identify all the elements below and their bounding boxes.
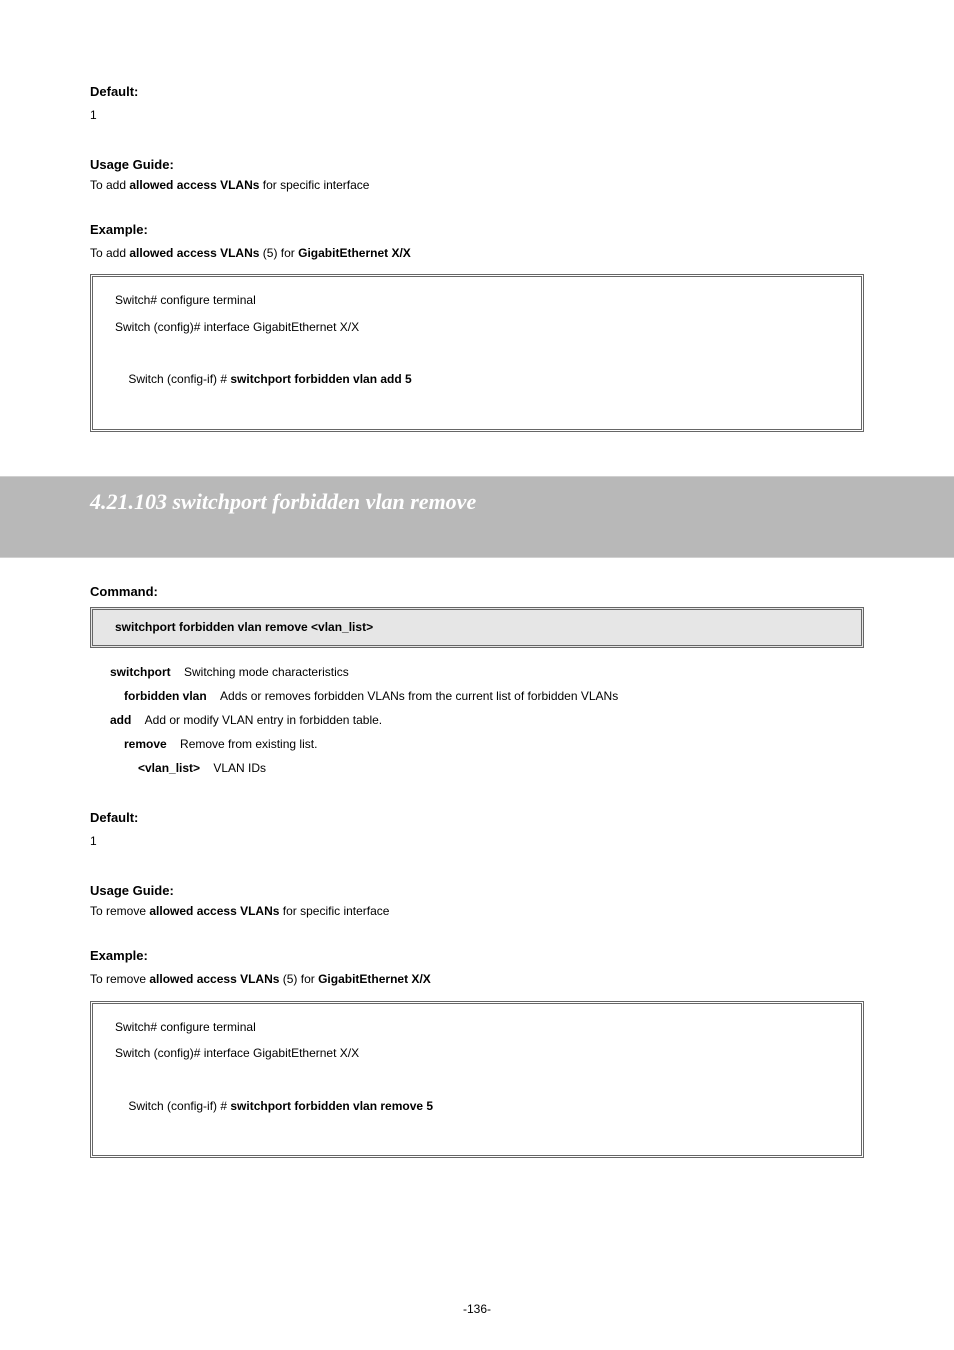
- code-line: Switch (config-if) # switchport forbidde…: [115, 1066, 839, 1145]
- section-title-bar: 4.21.103 switchport forbidden vlan remov…: [0, 476, 954, 558]
- syntax-box: switchport forbidden vlan remove <vlan_l…: [90, 607, 864, 648]
- usage-prefix: To remove: [90, 904, 149, 918]
- usage-guide-text: To remove allowed access VLANs for speci…: [90, 904, 864, 918]
- param-desc: Switching mode characteristics: [184, 665, 349, 679]
- example-bold: allowed access VLANs: [149, 972, 279, 986]
- code-command: switchport forbidden vlan remove 5: [230, 1099, 433, 1113]
- usage-suffix: for specific interface: [279, 904, 389, 918]
- example-bold: allowed access VLANs: [129, 246, 259, 260]
- command-heading: Command:: [90, 584, 864, 599]
- default-value: 1: [90, 105, 864, 127]
- example-heading: Example:: [90, 222, 864, 237]
- default-heading: Default:: [90, 84, 864, 99]
- code-line: Switch (config)# interface GigabitEthern…: [115, 1040, 839, 1066]
- param-row: <vlan_list> VLAN IDs: [110, 756, 864, 780]
- example-text: To remove allowed access VLANs (5) for G…: [90, 969, 864, 991]
- param-row: forbidden vlan Adds or removes forbidden…: [110, 684, 864, 708]
- example-bold2: GigabitEthernet X/X: [298, 246, 411, 260]
- code-line: Switch (config)# interface GigabitEthern…: [115, 314, 839, 340]
- param-row: remove Remove from existing list.: [110, 732, 864, 756]
- example-text: To add allowed access VLANs (5) for Giga…: [90, 243, 864, 265]
- default-heading: Default:: [90, 810, 864, 825]
- code-prefix: Switch (config-if) #: [128, 372, 230, 386]
- syntax-text: switchport forbidden vlan remove <vlan_l…: [115, 620, 373, 634]
- param-desc: Add or modify VLAN entry in forbidden ta…: [145, 713, 382, 727]
- param-row: switchport Switching mode characteristic…: [110, 660, 864, 684]
- usage-heading: Usage Guide:: [90, 883, 864, 898]
- example-bold2: GigabitEthernet X/X: [318, 972, 431, 986]
- example-prefix: To add: [90, 246, 129, 260]
- code-block-1: Switch# configure terminal Switch (confi…: [90, 274, 864, 432]
- parameter-list: switchport Switching mode characteristic…: [90, 660, 864, 780]
- param-key: <vlan_list>: [138, 761, 213, 775]
- param-key: switchport: [110, 665, 184, 679]
- code-line: Switch (config-if) # switchport forbidde…: [115, 340, 839, 419]
- usage-bold: allowed access VLANs: [149, 904, 279, 918]
- example-mid: (5) for: [259, 246, 298, 260]
- code-line: Switch# configure terminal: [115, 287, 839, 313]
- code-prefix: Switch (config-if) #: [128, 1099, 230, 1113]
- example-heading: Example:: [90, 948, 864, 963]
- param-key: add: [110, 713, 145, 727]
- param-row: add Add or modify VLAN entry in forbidde…: [110, 708, 864, 732]
- usage-prefix: To add: [90, 178, 129, 192]
- default-value: 1: [90, 831, 864, 853]
- code-command: switchport forbidden vlan add 5: [230, 372, 411, 386]
- param-desc: Remove from existing list.: [180, 737, 317, 751]
- param-desc: VLAN IDs: [213, 761, 266, 775]
- example-mid: (5) for: [279, 972, 318, 986]
- page-number: -136-: [0, 1302, 954, 1316]
- code-line: Switch# configure terminal: [115, 1014, 839, 1040]
- param-key: forbidden vlan: [124, 689, 220, 703]
- usage-suffix: for specific interface: [259, 178, 369, 192]
- example-prefix: To remove: [90, 972, 149, 986]
- usage-bold: allowed access VLANs: [129, 178, 259, 192]
- param-desc: Adds or removes forbidden VLANs from the…: [220, 689, 618, 703]
- code-block-2: Switch# configure terminal Switch (confi…: [90, 1001, 864, 1159]
- usage-heading: Usage Guide:: [90, 157, 864, 172]
- param-key: remove: [124, 737, 180, 751]
- usage-guide-text: To add allowed access VLANs for specific…: [90, 178, 864, 192]
